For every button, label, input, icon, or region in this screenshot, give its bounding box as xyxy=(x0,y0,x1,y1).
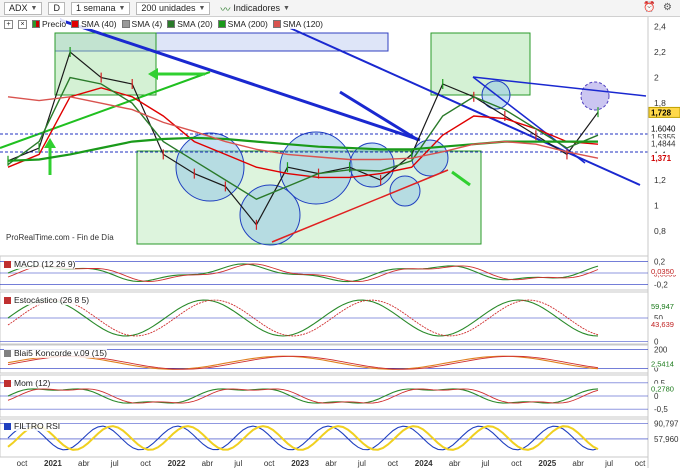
circle-marker[interactable] xyxy=(389,175,421,207)
macd-panel[interactable]: 0,20-0,20,0291-0,00590,0350 xyxy=(0,255,680,291)
sma120-swatch-icon xyxy=(272,20,281,28)
price-badge: 1,4844 xyxy=(651,140,676,149)
legend-sma120-label: SMA (120) xyxy=(282,19,323,29)
time-tick-label: oct xyxy=(511,459,522,468)
legend-price-label: Precio xyxy=(42,19,67,29)
time-tick-label: oct xyxy=(264,459,275,468)
price-axis: 2,42,221,81,61,41,210,81,7281,60401,5355… xyxy=(647,17,680,468)
time-tick-label: 2021 xyxy=(44,459,62,468)
time-tick-label: jul xyxy=(110,459,119,468)
legend-sma120[interactable]: SMA (120) xyxy=(272,19,323,29)
time-tick-label: oct xyxy=(635,459,646,468)
time-tick-label: abr xyxy=(325,459,337,468)
stoch-title: Estocástico (26 8 5) xyxy=(14,295,90,305)
price-tick-label: 1,2 xyxy=(654,175,666,185)
remove-icon[interactable]: × xyxy=(18,19,27,29)
legend-sma40-label: SMA (40) xyxy=(81,19,117,29)
price-tick-label: 1,8 xyxy=(654,98,666,108)
legend-sma20-label: SMA (20) xyxy=(177,19,213,29)
price-badge: 1,371 xyxy=(651,154,672,163)
time-tick-label: 2023 xyxy=(291,459,309,468)
rsi-panel-frame xyxy=(0,418,649,458)
stoch-panel-title[interactable]: Estocástico (26 8 5) xyxy=(4,295,90,305)
sma40-swatch-icon xyxy=(71,20,80,28)
legend-sma4[interactable]: SMA (4) xyxy=(121,19,163,29)
time-tick-label: 2025 xyxy=(538,459,556,468)
macd-tick-label: 0,2 xyxy=(654,258,666,267)
blai5-panel-title[interactable]: Blai5 Koncorde v.09 (15) xyxy=(4,348,107,358)
mom-tick-label: -0,5 xyxy=(654,405,668,414)
rsi-tick-label: 57,960 xyxy=(654,435,679,444)
time-tick-label: 2022 xyxy=(168,459,186,468)
time-tick-label: jul xyxy=(233,459,242,468)
macd-swatch-icon xyxy=(4,260,11,268)
blai5-swatch-icon xyxy=(4,349,11,357)
macd-tick-label: -0,2 xyxy=(654,280,668,289)
macd-value-label: 0,0350 xyxy=(651,267,674,276)
circle-marker[interactable] xyxy=(411,139,449,177)
time-tick-label: abr xyxy=(78,459,90,468)
time-tick-label: oct xyxy=(140,459,151,468)
sma4-swatch-icon xyxy=(121,20,130,28)
source-note: ProRealTime.com - Fin de Día xyxy=(6,233,114,242)
rsi-panel[interactable]: 90,797 57,960 xyxy=(0,418,679,458)
legend-sma40[interactable]: SMA (40) xyxy=(71,19,117,29)
legend-bar: + × Precio SMA (40) SMA (4) SMA (20) SMA… xyxy=(0,17,323,31)
price-swatch-icon xyxy=(32,20,40,28)
mom-value-label: 0,2780 xyxy=(651,385,674,394)
blai5-value-label: 2,5414 xyxy=(651,360,674,369)
mom-panel[interactable]: 0,50-0,50,2780 xyxy=(0,374,680,418)
time-tick-label: abr xyxy=(202,459,214,468)
legend-sma200[interactable]: SMA (200) xyxy=(217,19,268,29)
stoch-value-label: 59,947 xyxy=(651,302,674,311)
time-tick-label: oct xyxy=(387,459,398,468)
stoch-swatch-icon xyxy=(4,296,11,304)
sma20-swatch-icon xyxy=(167,20,176,28)
mom-swatch-icon xyxy=(4,379,11,387)
time-tick-label: jul xyxy=(480,459,489,468)
green-zone-rect-left[interactable] xyxy=(54,32,157,96)
mom-panel-title[interactable]: Mom (12) xyxy=(4,378,51,388)
rsi-panel-title[interactable]: FILTRO RSI xyxy=(4,421,61,431)
stoch-value-label: 43,639 xyxy=(651,320,674,329)
circle-marker-dashed[interactable] xyxy=(580,81,610,111)
rsi-tick-label: 90,797 xyxy=(654,419,679,428)
legend-price[interactable]: Precio xyxy=(32,19,67,29)
time-tick-label: abr xyxy=(449,459,461,468)
time-tick-label: jul xyxy=(357,459,366,468)
price-tick-label: 2 xyxy=(654,73,659,83)
time-axis: oct 2021 abr jul oct 2022 abr jul oct 2023 abr jul o… xyxy=(0,456,648,468)
price-badge: 1,6040 xyxy=(651,124,676,133)
time-tick-label: oct xyxy=(17,459,28,468)
add-icon[interactable]: + xyxy=(4,19,13,29)
macd-panel-title[interactable]: MACD (12 26 9) xyxy=(4,259,76,269)
chart-window: ADX ▼ D 1 semana ▼ 200 unidades ▼ 〰 Indi… xyxy=(0,0,680,468)
price-badge: 1,728 xyxy=(651,108,672,117)
time-tick-label: 2024 xyxy=(415,459,433,468)
blai5-title: Blai5 Koncorde v.09 (15) xyxy=(14,348,107,358)
legend-sma200-label: SMA (200) xyxy=(227,19,268,29)
legend-sma20[interactable]: SMA (20) xyxy=(167,19,213,29)
macd-title: MACD (12 26 9) xyxy=(14,259,76,269)
price-tick-label: 2,4 xyxy=(654,21,666,31)
time-tick-label: jul xyxy=(604,459,613,468)
rsi-swatch-icon xyxy=(4,422,11,430)
stoch-panel[interactable]: 50059,94743,639 xyxy=(0,291,680,347)
rsi-title: FILTRO RSI xyxy=(14,421,61,431)
time-tick-label: abr xyxy=(572,459,584,468)
mom-title: Mom (12) xyxy=(14,378,51,388)
price-tick-label: 2,2 xyxy=(654,47,666,57)
legend-sma4-label: SMA (4) xyxy=(131,19,163,29)
blai5-tick-label: 200 xyxy=(654,346,668,355)
price-tick-label: 0,8 xyxy=(654,226,666,236)
sma200-swatch-icon xyxy=(217,20,226,28)
price-tick-label: 1 xyxy=(654,201,659,211)
